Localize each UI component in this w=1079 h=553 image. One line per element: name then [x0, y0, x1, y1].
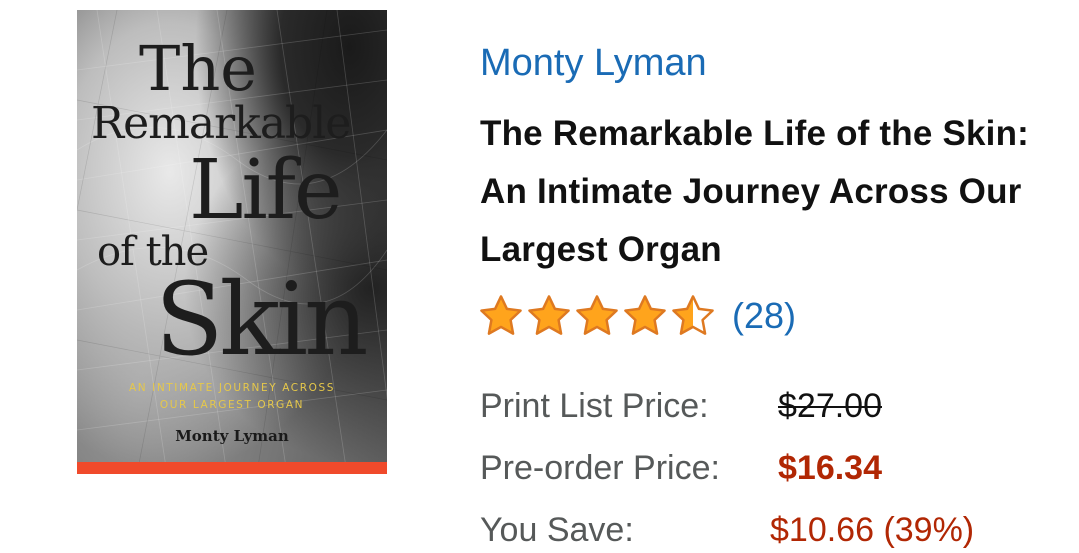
star-half-icon [672, 295, 714, 335]
star-full-icon [624, 295, 666, 335]
preorder-price-label: Pre-order Price: [480, 449, 720, 487]
cover-title-life: Life [189, 143, 343, 238]
star-full-icon [528, 295, 570, 335]
book-cover-image[interactable]: The Remarkable Life of the Skin An Intim… [77, 10, 387, 474]
product-title: The Remarkable Life of the Skin: An Inti… [480, 114, 1030, 269]
cover-accent-band [77, 462, 387, 474]
star-rating[interactable] [478, 293, 716, 339]
review-count-link[interactable]: (28) [732, 295, 796, 337]
cover-subtitle-line2: Our Largest Organ [159, 399, 305, 411]
list-price-value: $27.00 [778, 387, 882, 425]
list-price-label: Print List Price: [480, 387, 709, 425]
cover-title-skin: Skin [155, 261, 368, 378]
author-link[interactable]: Monty Lyman [480, 40, 707, 86]
cover-title-the: The [139, 32, 257, 105]
savings-value: $10.66 (39%) [770, 511, 975, 549]
star-full-icon [576, 295, 618, 335]
rating-row[interactable]: (28) [478, 288, 796, 344]
preorder-price-value: $16.34 [778, 449, 882, 487]
cover-subtitle-line1: An Intimate Journey Across [128, 382, 336, 394]
cover-author: Monty Lyman [175, 427, 289, 445]
cover-title-remarkable: Remarkable [91, 98, 351, 149]
savings-label: You Save: [480, 511, 634, 549]
star-full-icon [480, 295, 522, 335]
